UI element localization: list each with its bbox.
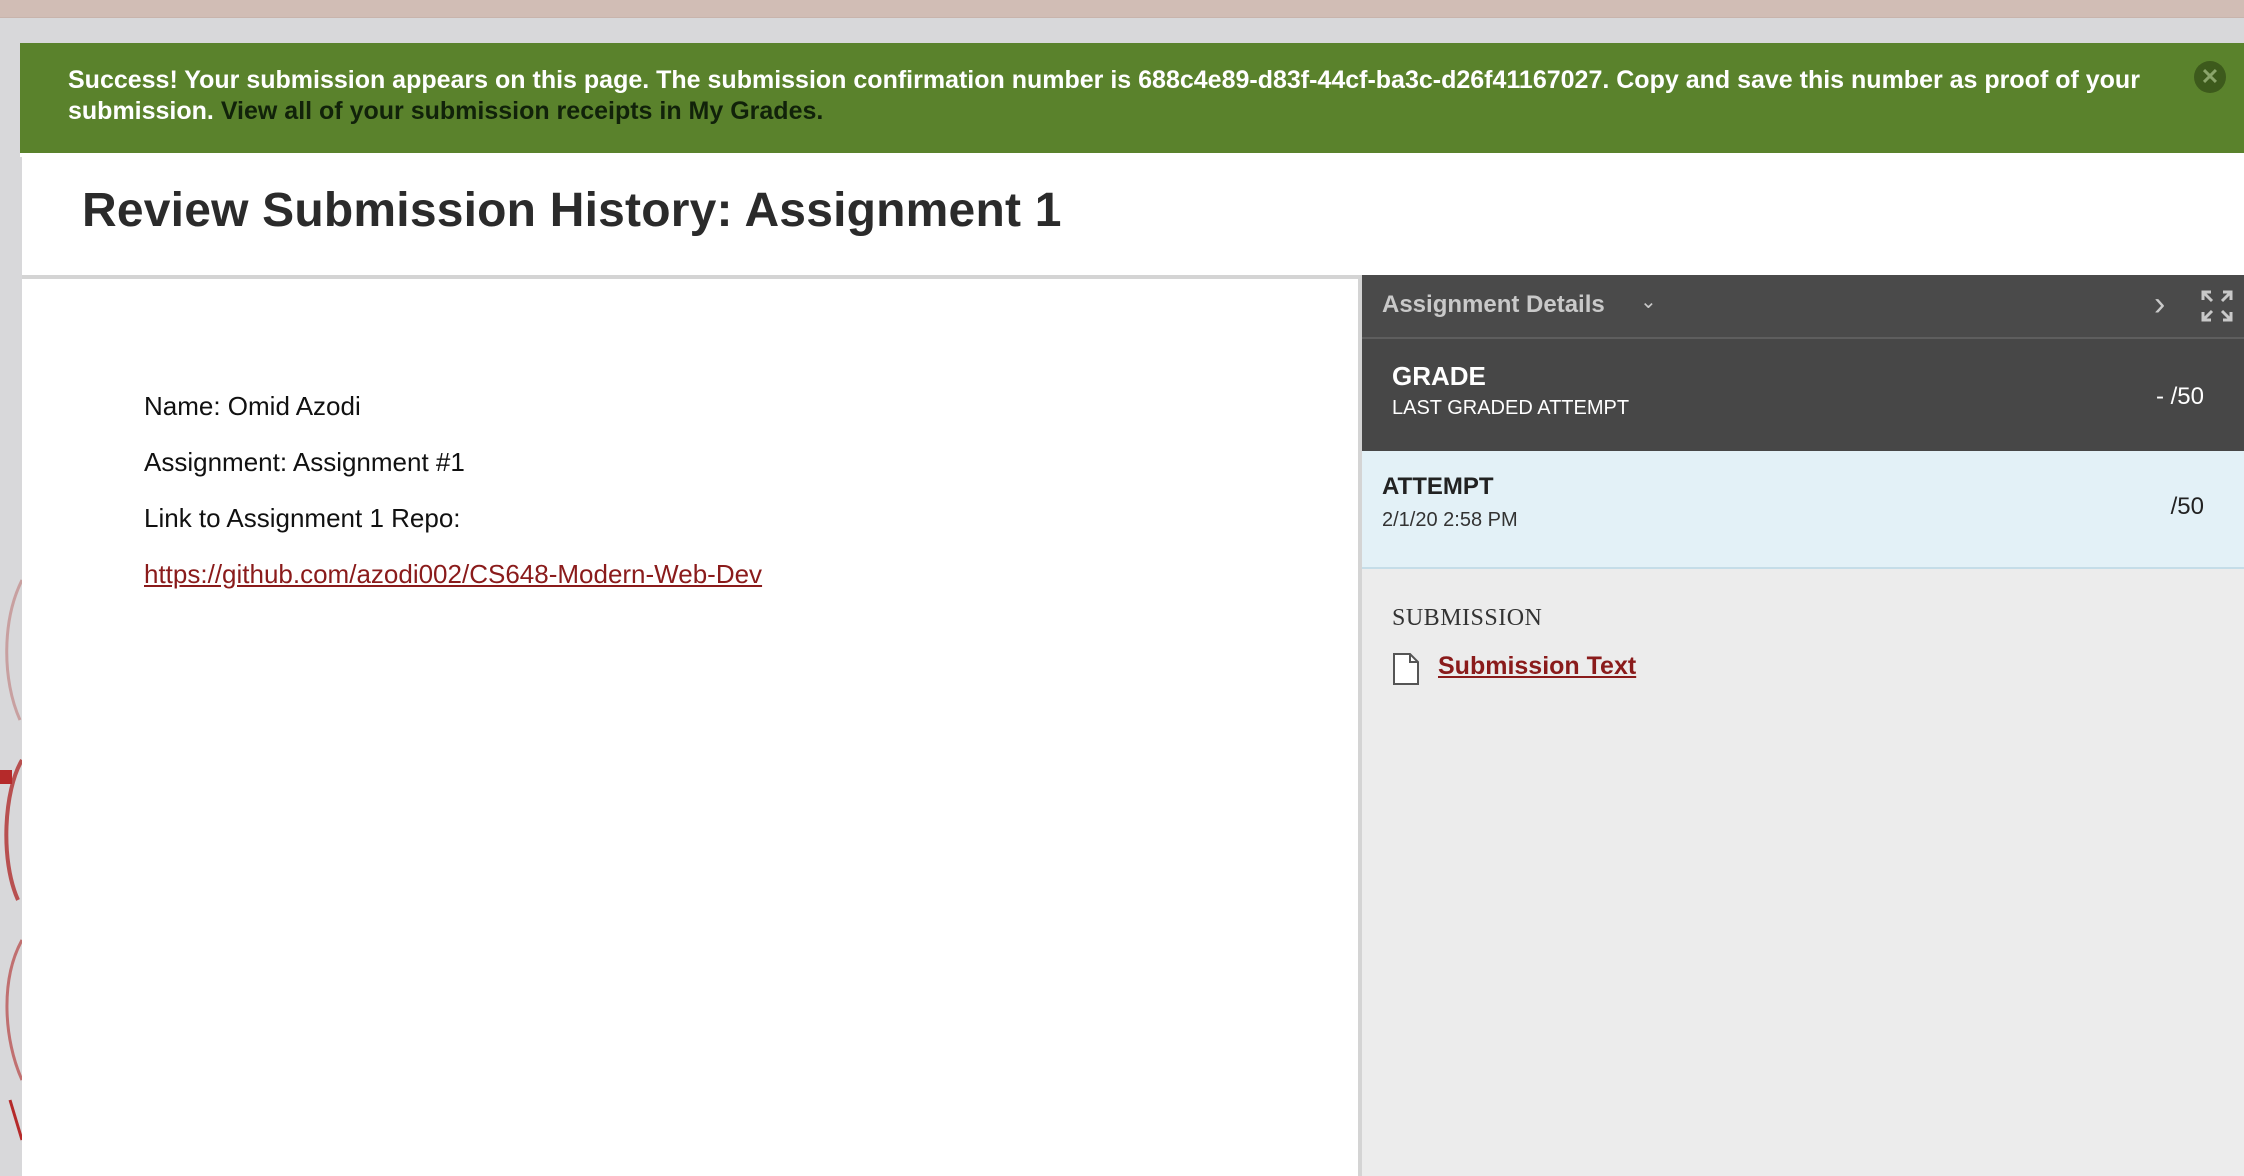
repo-label-line: Link to Assignment 1 Repo: [144, 503, 461, 533]
sidebar-header: Assignment Details ⌄ › [1362, 275, 2244, 339]
expand-icon[interactable] [2200, 289, 2234, 323]
close-circle-icon[interactable]: ✕ [2194, 61, 2226, 93]
assignment-details-sidebar: Assignment Details ⌄ › GRADE LAST GRADED… [1362, 275, 2244, 1176]
assignment-line: Assignment: Assignment #1 [144, 447, 465, 477]
receipts-link[interactable]: View all of your submission receipts in … [221, 97, 824, 125]
grade-sublabel: LAST GRADED ATTEMPT [1392, 397, 1630, 419]
document-icon [1393, 653, 1419, 685]
submission-content: Name: Omid Azodi Assignment: Assignment … [22, 279, 1362, 1176]
attempt-label: ATTEMPT [1382, 473, 1494, 500]
attempt-score: /50 [2170, 493, 2204, 520]
name-line: Name: Omid Azodi [144, 391, 361, 421]
attempt-date: 2/1/20 2:58 PM [1382, 509, 1518, 531]
chevron-down-icon[interactable]: ⌄ [1640, 289, 1657, 314]
attempt-row[interactable]: ATTEMPT 2/1/20 2:58 PM /50 [1362, 451, 2244, 569]
review-panel: Review Submission History: Assignment 1 … [22, 157, 2244, 1176]
submission-text-link[interactable]: Submission Text [1438, 652, 1636, 681]
submission-heading: SUBMISSION [1392, 605, 1543, 631]
grade-label: GRADE [1392, 361, 1486, 391]
sidebar-title[interactable]: Assignment Details [1382, 291, 1605, 319]
grade-score: - /50 [2155, 383, 2204, 410]
repo-link[interactable]: https://github.com/azodi002/CS648-Modern… [144, 559, 762, 589]
browser-top-strip [0, 0, 2244, 18]
success-banner: Success! Your submission appears on this… [20, 43, 2244, 151]
chevron-right-icon[interactable]: › [2154, 285, 2165, 323]
decorative-swirl [0, 579, 22, 1141]
grade-section: GRADE LAST GRADED ATTEMPT - /50 [1362, 339, 2244, 451]
page-title: Review Submission History: Assignment 1 [82, 184, 1062, 237]
